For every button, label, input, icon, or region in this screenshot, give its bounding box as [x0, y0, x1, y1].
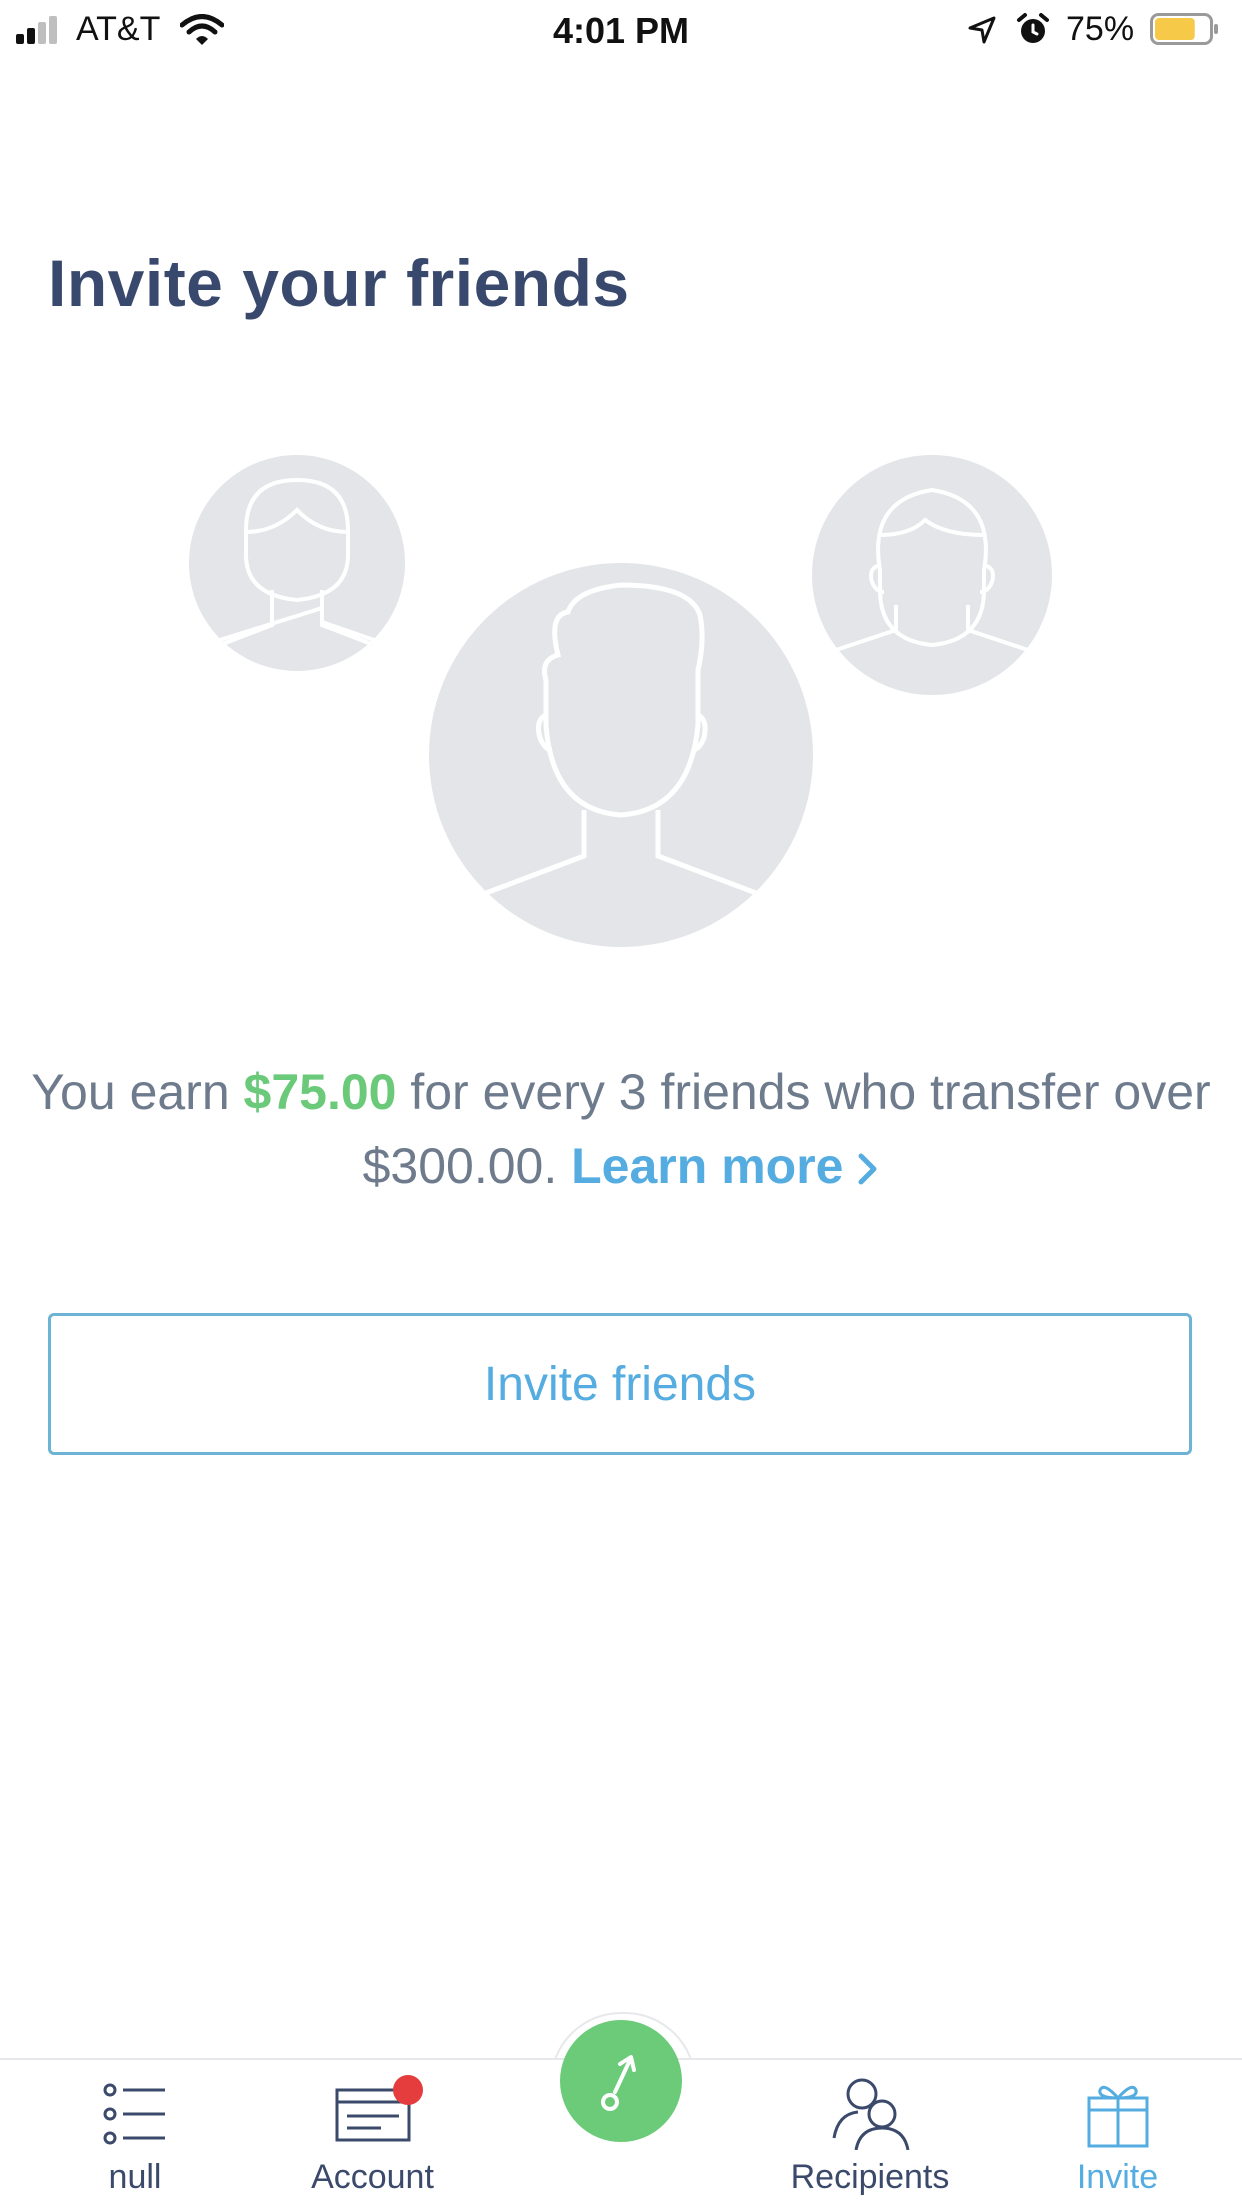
battery-icon	[1150, 13, 1218, 45]
tab-label: Recipients	[790, 2158, 950, 2196]
female-avatar-icon	[189, 455, 405, 671]
tab-account[interactable]: Account	[290, 2060, 455, 2210]
page-title: Invite your friends	[48, 246, 630, 320]
learn-more-label: Learn more	[571, 1138, 844, 1194]
recipients-icon	[832, 2078, 910, 2150]
gift-icon	[1087, 2085, 1148, 2148]
chevron-right-icon	[858, 1153, 877, 1185]
tab-recipients[interactable]: Recipients	[770, 2060, 970, 2210]
notification-badge	[393, 2075, 423, 2105]
earn-prefix: You earn	[31, 1064, 244, 1120]
tab-label: Invite	[1076, 2158, 1159, 2196]
learn-more-link[interactable]: Learn more	[571, 1138, 879, 1194]
send-money-button[interactable]	[560, 2020, 682, 2142]
clock: 4:01 PM	[552, 10, 690, 51]
tab-activity[interactable]: null	[60, 2060, 210, 2210]
list-icon	[103, 2083, 165, 2145]
send-arrow-icon	[601, 2055, 636, 2111]
tab-label: Account	[311, 2158, 434, 2196]
earn-description: You earn $75.00 for every 3 friends who …	[0, 1055, 1242, 1203]
battery-percent: 75%	[1066, 10, 1135, 48]
male-avatar-icon	[812, 455, 1052, 695]
status-bar: AT&T 4:01 PM 75%	[0, 0, 1242, 62]
alarm-icon	[1017, 13, 1049, 43]
invite-friends-button[interactable]: Invite friends	[48, 1313, 1192, 1455]
person-avatar-icon	[429, 563, 813, 947]
friends-illustration	[189, 455, 1052, 947]
earn-amount: $75.00	[243, 1064, 397, 1120]
location-icon	[968, 16, 996, 44]
tab-invite[interactable]: Invite	[1050, 2060, 1185, 2210]
tab-label: null	[108, 2158, 162, 2196]
